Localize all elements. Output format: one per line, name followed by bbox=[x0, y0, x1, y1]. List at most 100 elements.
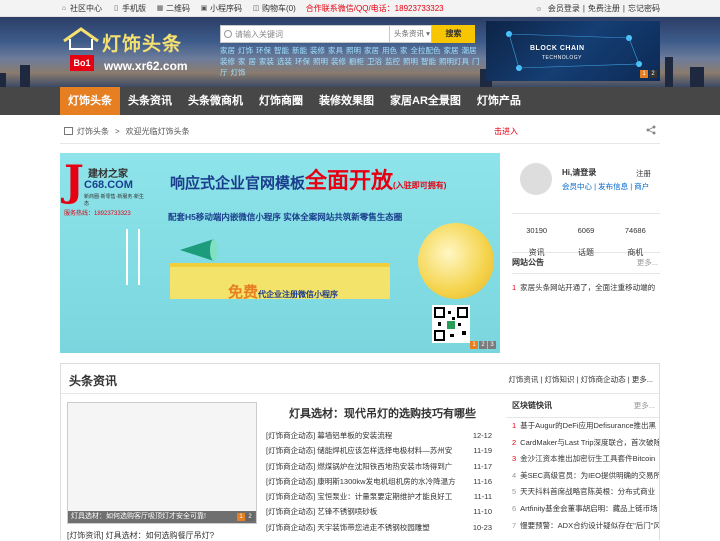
keyword-link[interactable]: 监控 bbox=[385, 57, 400, 66]
feature-page-1[interactable]: 1 bbox=[237, 513, 245, 521]
notice-item[interactable]: 1 家居头条网站开通了，全面注重移动端的 bbox=[512, 282, 660, 293]
list-item[interactable]: 2 CardMaker与Last Trip深度联合，首次破除 bbox=[506, 435, 659, 452]
keyword-link[interactable]: 全拉配色 bbox=[411, 46, 441, 55]
blockchain-ad-sub: TECHNOLOGY bbox=[542, 55, 583, 61]
list-item-date: 11-10 bbox=[473, 507, 492, 517]
feature-caption[interactable]: 灯具选材：如何选购客厅吸顶灯才安全可靠! bbox=[68, 511, 256, 523]
search-bar: 请输入关键词 头条资讯 ▾ 搜索 bbox=[220, 25, 475, 43]
community-link[interactable]: ⌂ 社区中心 bbox=[60, 3, 102, 14]
banner-page-3[interactable]: 3 bbox=[488, 341, 496, 349]
keyword-link[interactable]: 卫浴 bbox=[367, 57, 382, 66]
keyword-link[interactable]: 智能 bbox=[421, 57, 436, 66]
enter-link[interactable]: 击进入 bbox=[494, 126, 518, 137]
notice-more-link[interactable]: 更多... bbox=[637, 257, 658, 268]
news-feature-image[interactable]: 灯具选材：如何选购客厅吸顶灯才安全可靠! 1 2 bbox=[67, 402, 257, 524]
list-item[interactable]: 6 Artfinity基金会董事胡启明：藏品上链币场 bbox=[506, 501, 659, 518]
keyword-link[interactable]: 照明灯具 bbox=[439, 57, 469, 66]
keyword-link[interactable]: 橱柜 bbox=[349, 57, 364, 66]
user-links[interactable]: 会员中心 | 发布信息 | 商户 bbox=[562, 181, 649, 192]
keyword-link[interactable]: 用色 bbox=[382, 46, 397, 55]
login-link[interactable]: 会员登录 bbox=[548, 3, 580, 14]
keyword-link[interactable]: 环保 bbox=[295, 57, 310, 66]
keyword-link[interactable]: 灯饰 bbox=[231, 68, 246, 77]
keyword-link[interactable]: 环保 bbox=[256, 46, 271, 55]
list-item[interactable]: 3 金沙江资本推出加密衍生工具套件Bitcoin bbox=[506, 451, 659, 468]
keyword-link[interactable]: 照明 bbox=[313, 57, 328, 66]
keyword-link[interactable]: 智能 bbox=[274, 46, 289, 55]
cone-decoration bbox=[180, 239, 218, 261]
blockchain-ad[interactable]: BLOCK CHAIN TECHNOLOGY 1 2 bbox=[486, 21, 660, 81]
list-item[interactable]: 7 慢要预警：ADX合约设计疑似存在"后门"风 bbox=[506, 518, 659, 535]
ad-page-2[interactable]: 2 bbox=[649, 70, 657, 78]
login-prompt[interactable]: Hi,请登录 bbox=[562, 167, 596, 178]
keyword-link[interactable]: 家居 bbox=[364, 46, 379, 55]
stat-news[interactable]: 30190 资讯 bbox=[512, 214, 561, 257]
share-icon[interactable] bbox=[646, 125, 656, 135]
keyword-link[interactable]: 家具 bbox=[328, 46, 343, 55]
news-headline[interactable]: 灯具选材：现代吊灯的选购技巧有哪些 bbox=[289, 405, 476, 421]
rank-number: 3 bbox=[512, 454, 517, 464]
list-item[interactable]: [灯饰商企动态] 天宇装饰带您进走不锈钢校园雕塑 10-23 bbox=[266, 520, 492, 535]
banner-page-2[interactable]: 2 bbox=[479, 341, 487, 349]
cart-link[interactable]: ◫ 购物车(0) bbox=[252, 3, 296, 14]
search-scope-select[interactable]: 头条资讯 ▾ bbox=[390, 25, 432, 43]
breadcrumb-home[interactable]: 灯饰头条 bbox=[77, 126, 109, 137]
nav-item-decor[interactable]: 装修效果图 bbox=[311, 87, 382, 115]
list-item[interactable]: 1 基于Augur的DeFi应用Defisurance推出黑 bbox=[506, 418, 659, 435]
search-input[interactable]: 请输入关键词 bbox=[220, 25, 390, 43]
qrcode-icon bbox=[432, 305, 470, 343]
news-list: [灯饰商企动态] 幕墙铝单板的安装流程 12-12 [灯饰商企动态] 储能焊机应该怎… bbox=[266, 428, 492, 535]
keyword-link[interactable]: 选装 bbox=[277, 57, 292, 66]
nav-item-products[interactable]: 灯饰产品 bbox=[469, 87, 529, 115]
list-item-title: [灯饰商企动态] 燃煤锅炉在沈阳铁西地热安装市场得到广 bbox=[266, 461, 453, 471]
mobile-link[interactable]: ▯ 手机版 bbox=[112, 3, 146, 14]
register-link[interactable]: 免费注册 bbox=[588, 3, 620, 14]
register-link[interactable]: 注册 bbox=[636, 168, 651, 179]
nav-item-business[interactable]: 头条微商机 bbox=[180, 87, 251, 115]
qrcode-link[interactable]: ▦ 二维码 bbox=[156, 3, 190, 14]
list-item-date: 11-19 bbox=[473, 446, 492, 456]
keyword-link[interactable]: 家装 bbox=[259, 57, 274, 66]
list-item-title: 慢要预警：ADX合约设计疑似存在"后门"风 bbox=[520, 520, 659, 530]
list-item[interactable]: [灯饰商企动态] 宝恒泵业：计量泵要定期维护才能良好工 11-11 bbox=[266, 489, 492, 504]
list-item[interactable]: 4 美SEC高级官员：为IEO提供明确的交易所 bbox=[506, 468, 659, 485]
list-item[interactable]: [灯饰商企动态] 储能焊机应该怎样选择电极材料—苏州安 11-19 bbox=[266, 443, 492, 458]
list-item[interactable]: [灯饰商企动态] 艺锋不锈钢喷砂板 11-10 bbox=[266, 504, 492, 519]
keyword-link[interactable]: 居 bbox=[249, 57, 257, 66]
list-item[interactable]: [灯饰商企动态] 燃煤锅炉在沈阳铁西地热安装市场得到广 11-17 bbox=[266, 459, 492, 474]
keyword-link[interactable]: 家 bbox=[238, 57, 246, 66]
keyword-link[interactable]: 家居 bbox=[220, 46, 235, 55]
news-tabs[interactable]: 灯饰资讯 | 灯饰知识 | 灯饰商企动态 | 更多... bbox=[508, 374, 653, 385]
search-icon bbox=[224, 30, 232, 38]
stat-topics[interactable]: 6069 话题 bbox=[561, 214, 610, 257]
keyword-link[interactable]: 照明 bbox=[346, 46, 361, 55]
keyword-link[interactable]: 新能 bbox=[292, 46, 307, 55]
keyword-link[interactable]: 家 bbox=[400, 46, 408, 55]
feature-page-2[interactable]: 2 bbox=[246, 513, 254, 521]
blockchain-flash: 区块链快讯 更多... 1 基于Augur的DeFi应用Defisurance推出黑… bbox=[506, 394, 659, 534]
promo-banner[interactable]: J 建材之家 C68.COM 新商圈·新零售·新服务·新生态 服务热线：1892… bbox=[60, 153, 500, 353]
keyword-link[interactable]: 装修 bbox=[331, 57, 346, 66]
keyword-link[interactable]: 灯饰 bbox=[238, 46, 253, 55]
site-logo[interactable]: 灯饰头条 Bo1 www.xr62.com bbox=[60, 25, 220, 77]
forgot-password-link[interactable]: 忘记密码 bbox=[628, 3, 660, 14]
miniapp-link[interactable]: ▣ 小程序码 bbox=[200, 3, 242, 14]
nav-item-ar[interactable]: 家居AR全景图 bbox=[382, 87, 469, 115]
list-item[interactable]: [灯饰商企动态] 幕墙铝单板的安装流程 12-12 bbox=[266, 428, 492, 443]
nav-item-news[interactable]: 头条资讯 bbox=[120, 87, 180, 115]
nav-item-home[interactable]: 灯饰头条 bbox=[60, 87, 120, 115]
keyword-link[interactable]: 照明 bbox=[403, 57, 418, 66]
keyword-link[interactable]: 家居 bbox=[444, 46, 459, 55]
stat-business[interactable]: 74686 商机 bbox=[611, 214, 660, 257]
nav-item-circle[interactable]: 灯饰商圈 bbox=[251, 87, 311, 115]
feature-sub-link[interactable]: [灯饰资讯] 灯具选材：如何选购餐厅吊灯? bbox=[67, 530, 214, 541]
list-item[interactable]: 5 天天抖料首席战略官陈英根：分布式商业 bbox=[506, 484, 659, 501]
list-item[interactable]: [灯饰商企动态] 康明斯1300kw发电机组机房的水冷降温方 11-16 bbox=[266, 474, 492, 489]
ad-page-1[interactable]: 1 bbox=[640, 70, 648, 78]
keyword-link[interactable]: 装修 bbox=[310, 46, 325, 55]
search-button[interactable]: 搜索 bbox=[432, 25, 475, 43]
banner-page-1[interactable]: 1 bbox=[470, 341, 478, 349]
avatar[interactable] bbox=[520, 163, 552, 195]
list-item-title: [灯饰商企动态] 宝恒泵业：计量泵要定期维护才能良好工 bbox=[266, 492, 453, 502]
flash-more-link[interactable]: 更多... bbox=[634, 394, 655, 418]
